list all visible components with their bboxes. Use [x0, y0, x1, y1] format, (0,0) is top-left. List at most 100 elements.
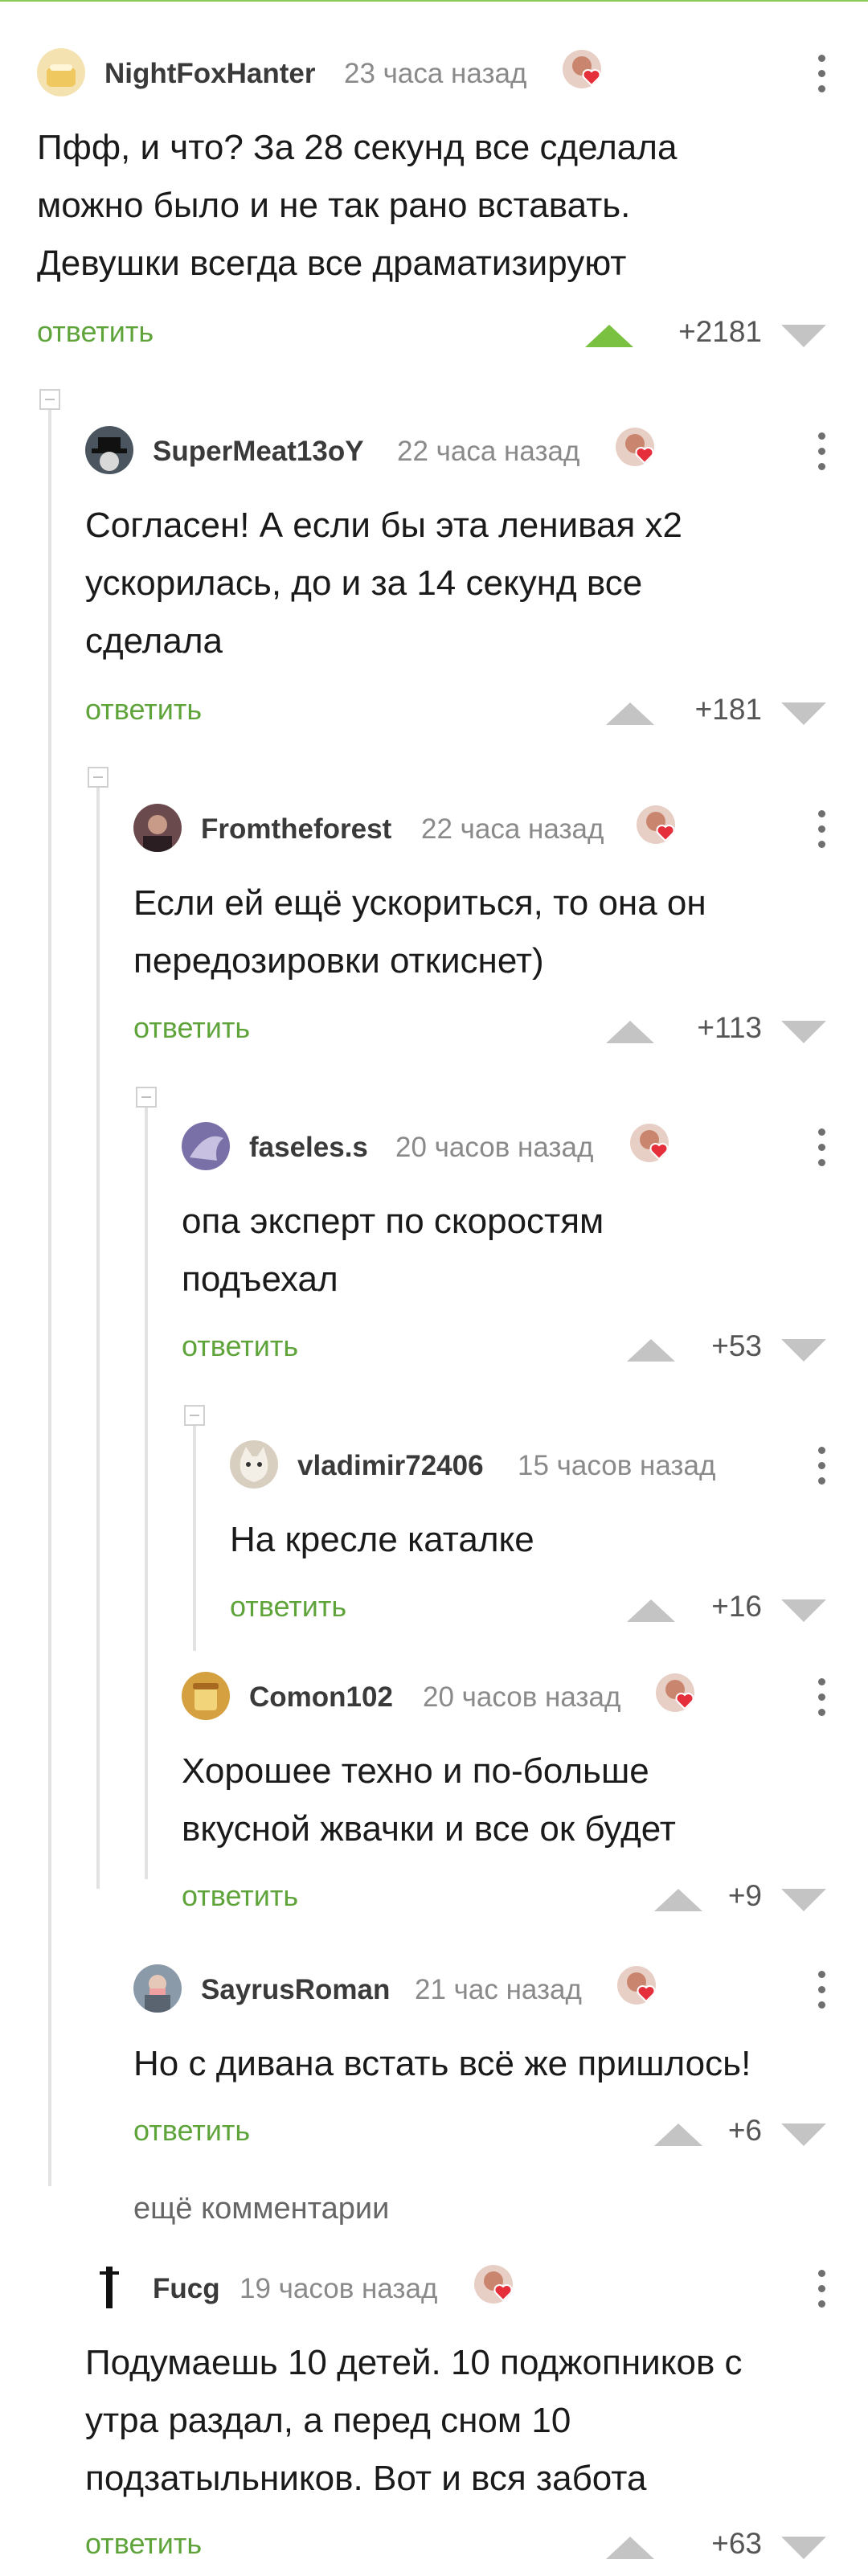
- thread-line: [145, 1108, 148, 1879]
- collapse-thread-button[interactable]: [88, 767, 108, 788]
- more-options-icon[interactable]: [817, 1678, 826, 1717]
- comment: Comon102 20 часов назад Хорошее техно и …: [182, 1669, 868, 1934]
- more-options-icon[interactable]: [817, 55, 826, 93]
- comment-score: +6: [727, 2114, 762, 2147]
- comment-text: Хорошее техно и по-больше вкусной жвачки …: [182, 1751, 676, 1849]
- comment-username[interactable]: vladimir72406: [297, 1450, 484, 1482]
- more-options-icon[interactable]: [817, 1971, 826, 2009]
- comment-score: +16: [711, 1590, 762, 1623]
- upvote-icon[interactable]: [585, 325, 633, 347]
- figure-avatar-icon: [100, 2267, 119, 2308]
- comment-time[interactable]: 21 час назад: [415, 1974, 582, 2006]
- comment-score: +9: [727, 1879, 762, 1912]
- avatar[interactable]: [230, 1440, 278, 1489]
- comment-text: Пфф, и что? За 28 секунд все сделала можн…: [37, 128, 678, 283]
- comment-time[interactable]: 22 часа назад: [421, 813, 604, 846]
- upvote-icon[interactable]: [606, 2537, 654, 2559]
- downvote-icon[interactable]: [781, 325, 826, 347]
- comment: faseles.s 20 часов назад опа эксперт по …: [182, 1119, 868, 1384]
- comment-score: +53: [711, 1329, 762, 1362]
- heart-award-icon[interactable]: [627, 1120, 677, 1170]
- more-options-icon[interactable]: [817, 1447, 826, 1485]
- comment-username[interactable]: SuperMeat13oY: [153, 436, 364, 468]
- downvote-icon[interactable]: [781, 1021, 826, 1043]
- hat-avatar-icon: [92, 437, 127, 471]
- comment-username[interactable]: faseles.s: [249, 1132, 368, 1164]
- comment-score: +2181: [678, 315, 762, 348]
- upvote-icon[interactable]: [627, 1599, 675, 1622]
- comment-text: Но с дивана встать всё же пришлось!: [133, 2044, 751, 2083]
- comment-time[interactable]: 22 часа назад: [397, 436, 579, 468]
- avatar[interactable]: [85, 426, 133, 474]
- reply-button[interactable]: ответить: [37, 315, 154, 349]
- comment: SuperMeat13oY 22 часа назад Согласен! А …: [85, 423, 868, 744]
- downvote-icon[interactable]: [781, 1339, 826, 1362]
- heart-award-icon[interactable]: [612, 424, 662, 474]
- comment-text: Подумаешь 10 детей. 10 поджопников с утра…: [85, 2343, 743, 2498]
- comment-score: +113: [697, 1011, 762, 1044]
- heart-award-icon[interactable]: [614, 1963, 664, 2013]
- more-options-icon[interactable]: [817, 2270, 826, 2308]
- comment-time[interactable]: 15 часов назад: [518, 1450, 715, 1482]
- comment-time[interactable]: 23 часа назад: [344, 58, 526, 90]
- bird-avatar-icon: [190, 1136, 223, 1161]
- more-options-icon[interactable]: [817, 1128, 826, 1167]
- upvote-icon[interactable]: [654, 2123, 702, 2146]
- comment: NightFoxHanter 23 часа назад Пфф, и что?…: [37, 45, 868, 367]
- upvote-icon[interactable]: [654, 1889, 702, 1911]
- comment-username[interactable]: SayrusRoman: [201, 1974, 390, 2006]
- face-avatar-icon: [143, 815, 172, 852]
- avatar[interactable]: [133, 804, 182, 852]
- comment-username[interactable]: NightFoxHanter: [104, 58, 316, 90]
- reply-button[interactable]: ответить: [230, 1590, 346, 1624]
- comment-time[interactable]: 19 часов назад: [240, 2273, 437, 2305]
- upvote-icon[interactable]: [606, 1021, 654, 1043]
- downvote-icon[interactable]: [781, 1599, 826, 1622]
- downvote-icon[interactable]: [781, 2537, 826, 2559]
- comment-score: +63: [711, 2527, 762, 2560]
- top-divider: [0, 0, 868, 2]
- comment: SayrusRoman 21 час назад Но с дивана вст…: [133, 1961, 868, 2162]
- more-comments-link[interactable]: ещё комментарии: [133, 2192, 389, 2226]
- comment-time[interactable]: 20 часов назад: [395, 1132, 593, 1164]
- avatar[interactable]: [133, 1964, 182, 2013]
- comment: Fromtheforest 22 часа назад Если ей ещё …: [133, 801, 868, 1066]
- reply-button[interactable]: ответить: [85, 693, 202, 727]
- reply-button[interactable]: ответить: [133, 2114, 250, 2148]
- downvote-icon[interactable]: [781, 702, 826, 725]
- comment-username[interactable]: Fucg: [153, 2273, 220, 2305]
- bread-avatar-icon: [47, 64, 76, 87]
- reply-button[interactable]: ответить: [182, 1879, 298, 1913]
- downvote-icon[interactable]: [781, 1889, 826, 1911]
- more-options-icon[interactable]: [817, 432, 826, 471]
- more-options-icon[interactable]: [817, 810, 826, 849]
- collapse-thread-button[interactable]: [184, 1405, 205, 1426]
- comment-username[interactable]: Comon102: [249, 1681, 393, 1714]
- avatar[interactable]: [85, 2263, 133, 2312]
- reply-button[interactable]: ответить: [85, 2527, 202, 2561]
- heart-award-icon[interactable]: [559, 47, 609, 96]
- comment-text: Согласен! А если бы эта ленивая х2 ускори…: [85, 506, 682, 661]
- person-avatar-icon: [145, 1975, 170, 2013]
- collapse-thread-button[interactable]: [39, 389, 60, 410]
- heart-award-icon[interactable]: [633, 802, 683, 852]
- heart-award-icon[interactable]: [653, 1670, 702, 1720]
- avatar[interactable]: [37, 48, 85, 96]
- avatar[interactable]: [182, 1672, 230, 1720]
- thread-line: [193, 1426, 196, 1651]
- reply-button[interactable]: ответить: [133, 1011, 250, 1045]
- downvote-icon[interactable]: [781, 2123, 826, 2146]
- heart-award-icon[interactable]: [471, 2262, 521, 2312]
- cat-avatar-icon: [240, 1447, 268, 1482]
- comment-username[interactable]: Fromtheforest: [201, 813, 391, 846]
- upvote-icon[interactable]: [606, 702, 654, 725]
- comment-score: +181: [694, 693, 762, 726]
- upvote-icon[interactable]: [627, 1339, 675, 1362]
- reply-button[interactable]: ответить: [182, 1329, 298, 1363]
- comment: Fucg 19 часов назад Подумаешь 10 детей. …: [85, 2260, 868, 2576]
- thread-line: [96, 788, 100, 1889]
- comment-text: На кресле каталке: [230, 1520, 534, 1559]
- comment-time[interactable]: 20 часов назад: [423, 1681, 620, 1714]
- avatar[interactable]: [182, 1122, 230, 1170]
- collapse-thread-button[interactable]: [136, 1087, 157, 1108]
